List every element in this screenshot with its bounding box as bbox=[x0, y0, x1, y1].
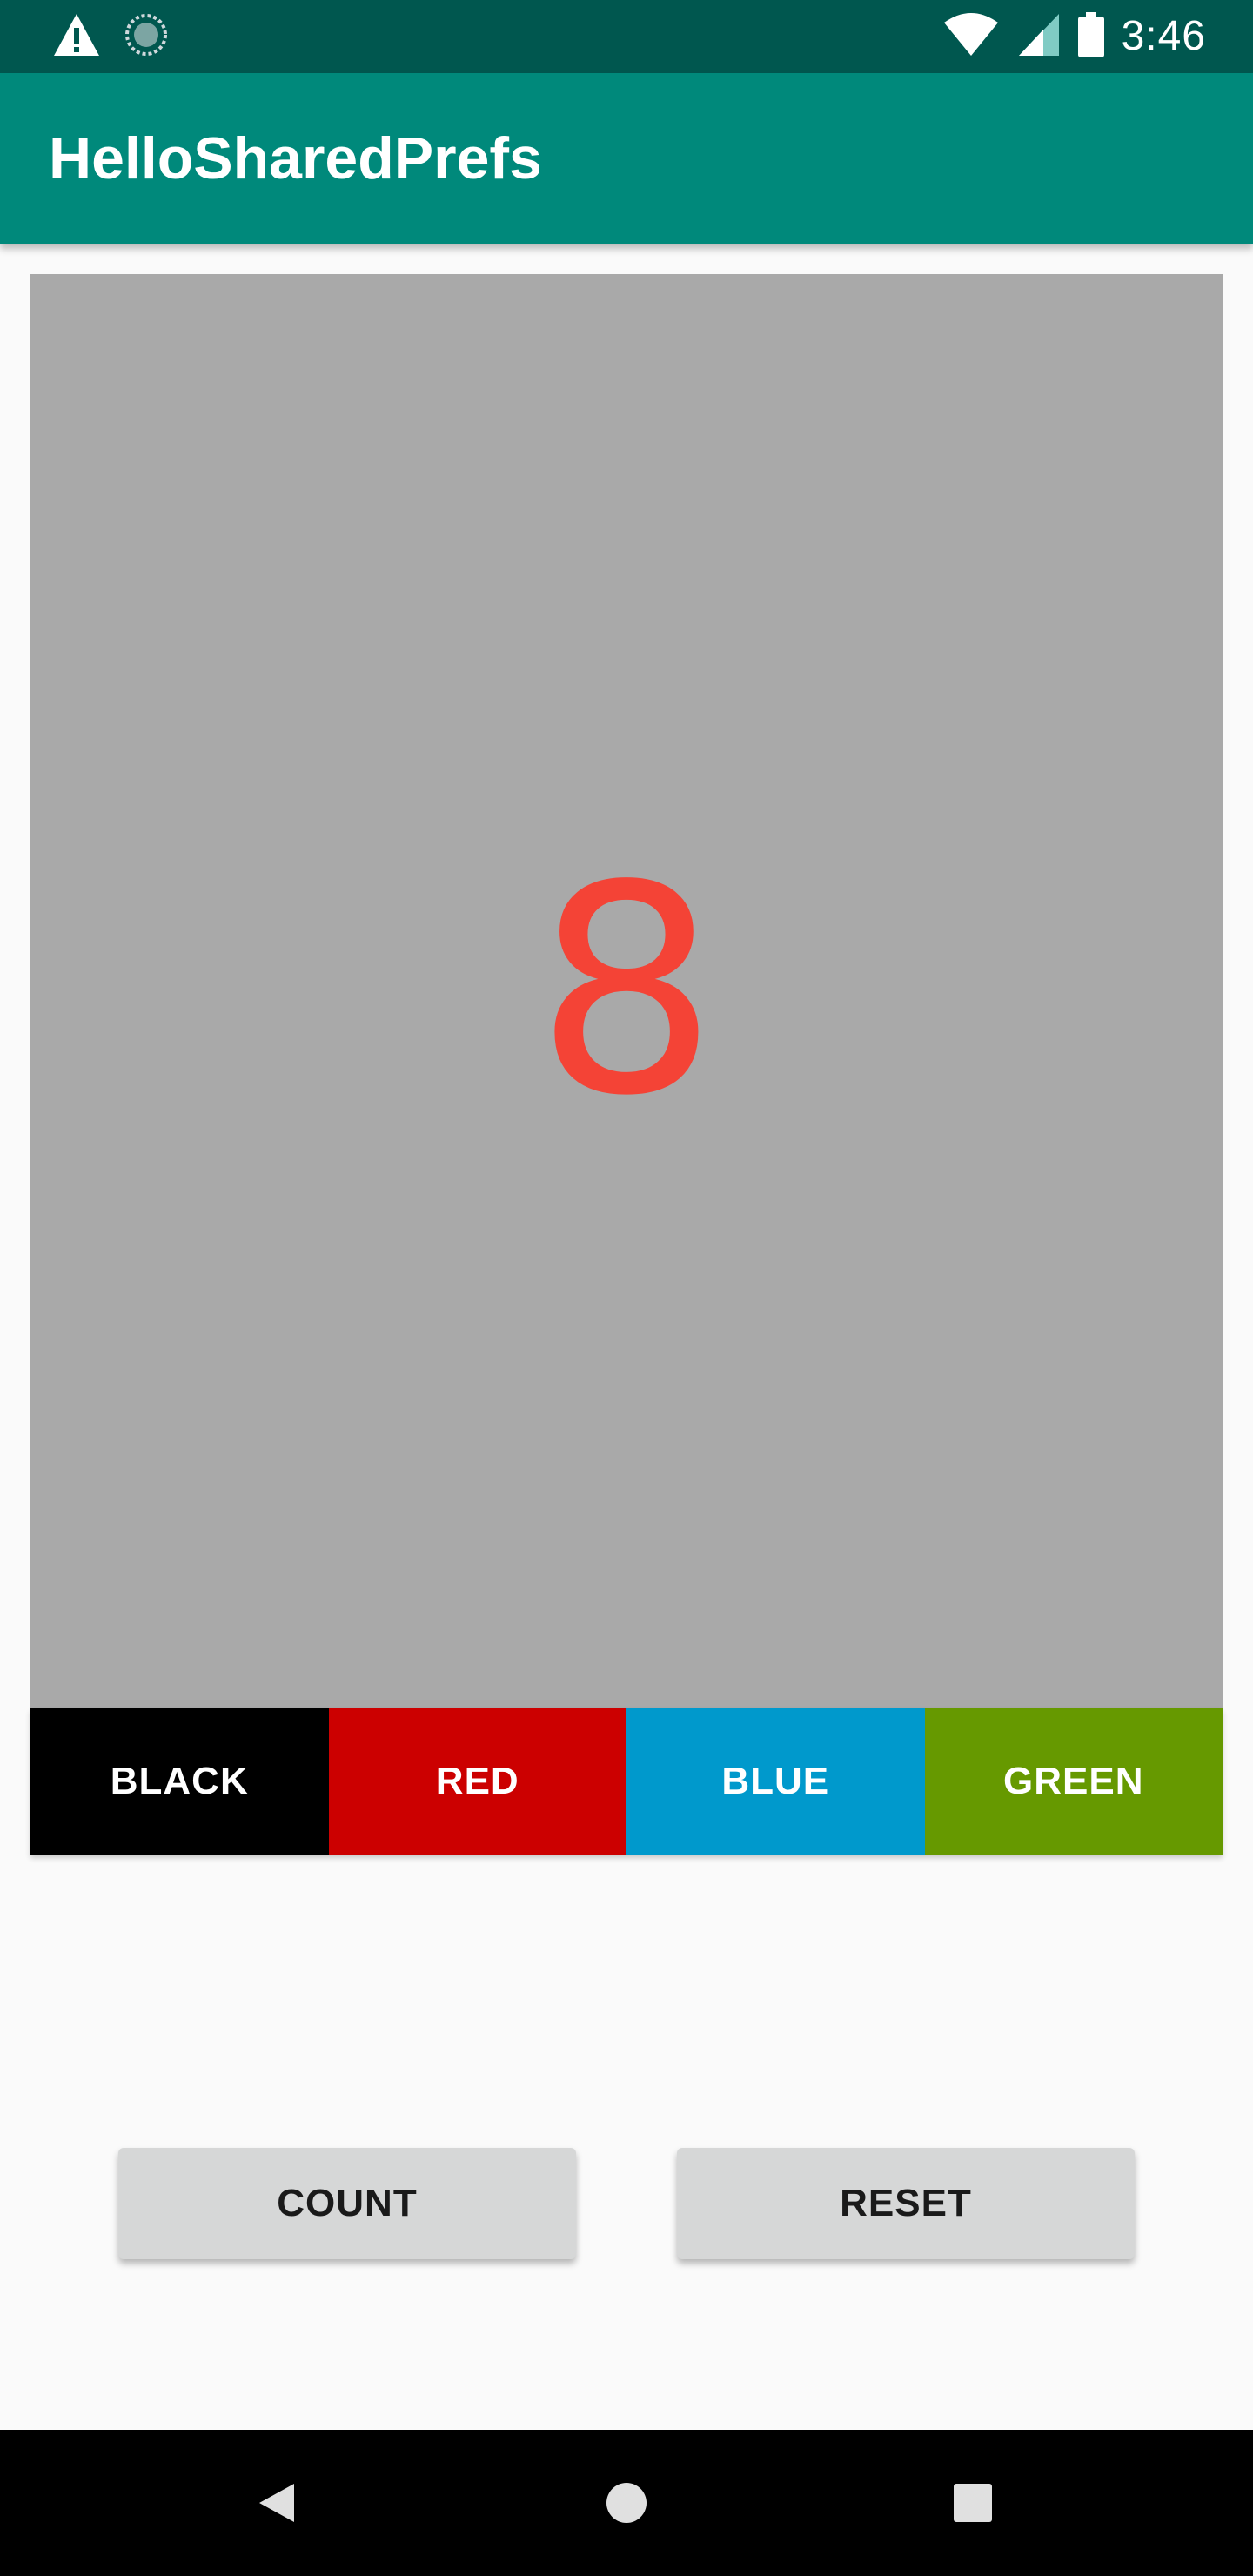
count-button-label: COUNT bbox=[277, 2182, 418, 2224]
black-button[interactable]: BLACK bbox=[30, 1708, 329, 1855]
count-button[interactable]: COUNT bbox=[118, 2148, 576, 2259]
app-title: HelloSharedPrefs bbox=[49, 125, 542, 191]
reset-button-label: RESET bbox=[840, 2182, 972, 2224]
back-icon[interactable] bbox=[258, 2430, 296, 2576]
warning-icon bbox=[52, 12, 101, 62]
count-panel: 8 bbox=[30, 274, 1223, 1708]
status-bar: 3:46 bbox=[0, 0, 1253, 73]
blue-button[interactable]: BLUE bbox=[626, 1708, 925, 1855]
signal-icon bbox=[1017, 12, 1061, 62]
navigation-bar bbox=[0, 2430, 1253, 2576]
battery-icon bbox=[1077, 11, 1104, 62]
status-left bbox=[52, 12, 169, 62]
count-text: 8 bbox=[535, 824, 718, 1158]
wifi-icon bbox=[942, 12, 1000, 62]
color-button-row: BLACK RED BLUE GREEN bbox=[30, 1708, 1223, 1855]
green-button-label: GREEN bbox=[1003, 1760, 1144, 1802]
status-time: 3:46 bbox=[1121, 13, 1206, 59]
reset-button[interactable]: RESET bbox=[677, 2148, 1135, 2259]
blue-button-label: BLUE bbox=[721, 1760, 830, 1802]
status-right: 3:46 bbox=[942, 9, 1206, 64]
recents-icon[interactable] bbox=[954, 2430, 992, 2576]
app-bar: HelloSharedPrefs bbox=[0, 73, 1253, 244]
green-button[interactable]: GREEN bbox=[924, 1708, 1223, 1855]
sync-icon bbox=[124, 12, 169, 62]
red-button[interactable]: RED bbox=[328, 1708, 626, 1855]
red-button-label: RED bbox=[435, 1760, 519, 1802]
black-button-label: BLACK bbox=[110, 1760, 249, 1802]
home-icon[interactable] bbox=[606, 2430, 647, 2576]
